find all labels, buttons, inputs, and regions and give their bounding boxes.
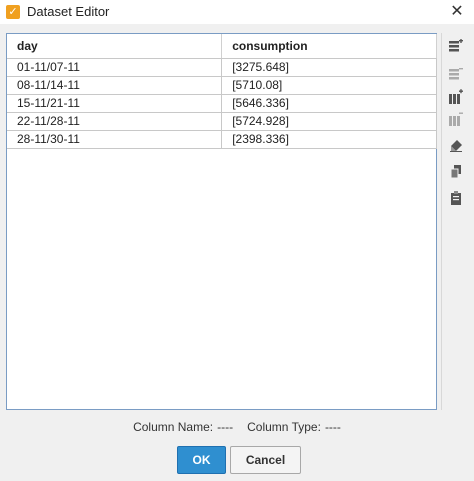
column-name-label: Column Name: <box>133 420 214 434</box>
table-cell[interactable]: 08-11/14-11 <box>7 76 223 95</box>
table-cell[interactable]: [3275.648] <box>221 58 437 77</box>
column-header-day[interactable]: day <box>7 34 223 59</box>
header-row: day consumption <box>7 34 437 59</box>
column-type-label: Column Type: <box>247 420 321 434</box>
table-cell[interactable]: [2398.336] <box>221 130 437 149</box>
table-row[interactable]: 28-11/30-11 [2398.336] <box>7 130 437 149</box>
check-badge-icon: ✓ <box>6 5 20 19</box>
column-info: Column Name: ---- Column Type: ---- <box>0 420 474 434</box>
column-header-consumption[interactable]: consumption <box>221 34 437 59</box>
copy-icon[interactable] <box>448 163 464 179</box>
table-cell[interactable]: [5646.336] <box>221 94 437 113</box>
title-bar: ✓ Dataset Editor ✕ <box>0 0 474 24</box>
editor-toolbar <box>441 33 470 410</box>
table-cell[interactable]: 01-11/07-11 <box>7 58 223 77</box>
table-row[interactable]: 01-11/07-11 [3275.648] <box>7 58 437 77</box>
ok-button[interactable]: OK <box>177 446 226 474</box>
table-cell[interactable]: 28-11/30-11 <box>7 130 223 149</box>
table-cell[interactable]: 15-11/21-11 <box>7 94 223 113</box>
table-cell[interactable]: [5710.08] <box>221 76 437 95</box>
cancel-button[interactable]: Cancel <box>230 446 301 474</box>
window-title: Dataset Editor <box>27 4 110 19</box>
column-name-value: ---- <box>217 420 234 434</box>
paste-icon[interactable] <box>448 190 464 206</box>
add-column-icon[interactable] <box>448 89 464 105</box>
table-row[interactable]: 22-11/28-11 [5724.928] <box>7 112 437 131</box>
delete-column-icon[interactable] <box>448 111 464 127</box>
table-row[interactable]: 08-11/14-11 [5710.08] <box>7 76 437 95</box>
table-cell[interactable]: 22-11/28-11 <box>7 112 223 131</box>
eraser-icon[interactable] <box>448 137 464 153</box>
add-row-icon[interactable] <box>448 39 464 55</box>
delete-row-icon[interactable] <box>448 67 464 83</box>
close-button[interactable]: ✕ <box>448 2 466 22</box>
data-grid: day consumption 01-11/07-11 [3275.648] 0… <box>7 34 437 149</box>
column-type-value: ---- <box>324 420 341 434</box>
dataset-table[interactable]: day consumption 01-11/07-11 [3275.648] 0… <box>6 33 437 410</box>
table-cell[interactable]: [5724.928] <box>221 112 437 131</box>
table-row[interactable]: 15-11/21-11 [5646.336] <box>7 94 437 113</box>
